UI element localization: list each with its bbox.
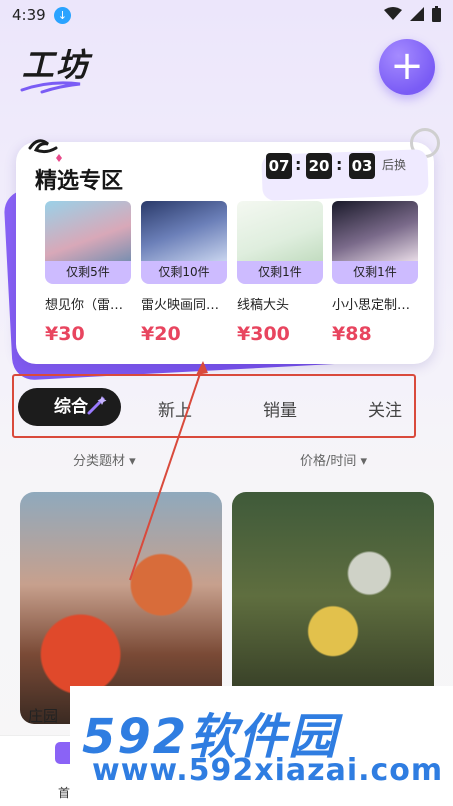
download-icon: ↓	[54, 7, 71, 24]
product-name: 雷火映画同…	[141, 298, 220, 313]
battery-icon	[432, 6, 441, 22]
product-card[interactable]: 仅剩1件 小小思定制… ¥88	[332, 201, 418, 345]
sparkle-icon	[28, 139, 62, 162]
feed-card-title: 庄园	[28, 707, 59, 725]
timer-colon: :	[336, 155, 343, 174]
product-price: ¥30	[45, 323, 85, 345]
nav-home-label[interactable]: 首	[58, 784, 70, 801]
timer-suffix: 后换	[382, 158, 407, 172]
product-price: ¥300	[237, 323, 290, 345]
product-price: ¥20	[141, 323, 181, 345]
sparkle-icon	[87, 396, 107, 415]
stock-badge: 仅剩5件	[45, 261, 131, 284]
product-name: 小小思定制…	[332, 298, 411, 313]
wifi-icon	[384, 7, 402, 20]
timer-colon: :	[295, 155, 302, 174]
product-price: ¥88	[332, 323, 372, 345]
product-image[interactable]	[45, 201, 131, 261]
tab-sales[interactable]: 销量	[263, 396, 297, 421]
timer-minutes: 20	[306, 153, 332, 179]
product-name: 线稿大头	[237, 298, 290, 313]
product-card[interactable]: 仅剩5件 想见你（雷… ¥30	[45, 201, 131, 345]
product-card[interactable]: 仅剩1件 线稿大头 ¥300	[237, 201, 323, 345]
stock-badge: 仅剩1件	[332, 261, 418, 284]
product-name: 想见你（雷…	[45, 298, 124, 313]
timer-hours: 07	[266, 153, 292, 179]
timer-seconds: 03	[349, 153, 375, 179]
watermark-url: www.592xiazai.com	[92, 753, 444, 788]
signal-icon	[410, 7, 424, 21]
category-filter[interactable]: 分类题材 ▾	[73, 450, 136, 469]
product-card[interactable]: 仅剩10件 雷火映画同… ¥20	[141, 201, 227, 345]
featured-title: 精选专区	[35, 169, 124, 194]
tab-following[interactable]: 关注	[368, 396, 402, 421]
stock-badge: 仅剩10件	[141, 261, 227, 284]
product-image[interactable]	[141, 201, 227, 261]
status-time: 4:39	[12, 6, 46, 24]
add-button[interactable]: +	[379, 39, 435, 95]
product-image[interactable]	[332, 201, 418, 261]
title-underline-icon	[20, 81, 81, 94]
stock-badge: 仅剩1件	[237, 261, 323, 284]
sort-filter[interactable]: 价格/时间 ▾	[300, 450, 367, 469]
status-icons	[384, 6, 441, 22]
product-image[interactable]	[237, 201, 323, 261]
tab-new[interactable]: 新上	[158, 396, 192, 421]
